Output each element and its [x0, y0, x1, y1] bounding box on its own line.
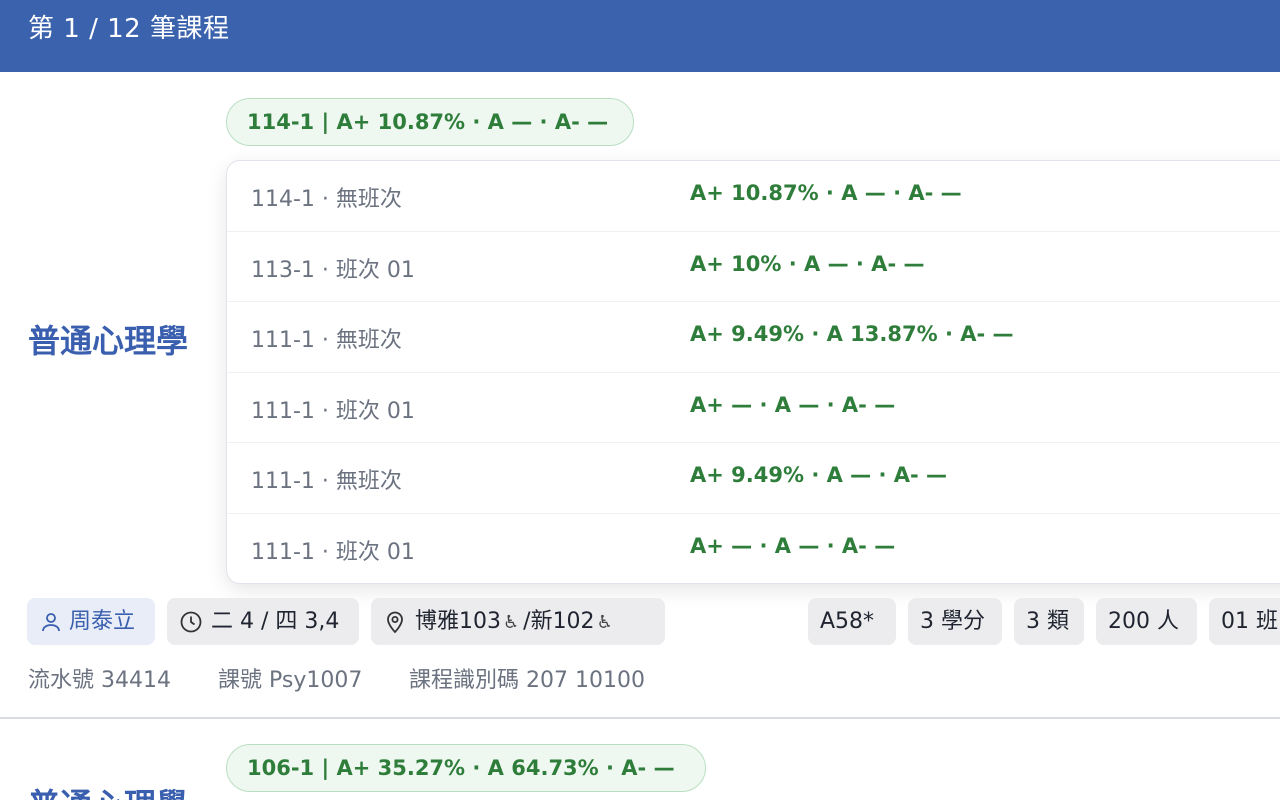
history-grades: A+ 10.87% · A — · A- — [690, 181, 962, 205]
course-title[interactable]: 普通心理學 [28, 316, 188, 362]
grade-history-row[interactable]: 111-1 · 無班次 A+ 9.49% · A 13.87% · A- — [227, 302, 1280, 373]
teacher-chip[interactable]: 周泰立 [27, 598, 155, 645]
grade-history-row[interactable]: 114-1 · 無班次 A+ 10.87% · A — · A- — [227, 161, 1280, 232]
wheelchair-icon: ♿ [503, 612, 520, 633]
room-separator: / [523, 609, 531, 634]
course-identifier: 課程識別碼 207 10100 [409, 668, 645, 693]
top-header: 第 1 / 12 筆課程 [0, 0, 1280, 72]
serial-number: 流水號 34414 [28, 668, 171, 693]
class-chip: 01 班 [1209, 598, 1280, 645]
history-term: 111-1 · 班次 01 [251, 539, 415, 565]
history-grades: A+ — · A — · A- — [690, 533, 896, 558]
grade-history-row[interactable]: 111-1 · 班次 01 A+ — · A — · A- — [227, 514, 1280, 584]
type-chip: 3 類 [1014, 598, 1084, 645]
course-counter-title: 第 1 / 12 筆課程 [28, 14, 230, 44]
grade-history-row[interactable]: 111-1 · 無班次 A+ 9.49% · A — · A- — [227, 443, 1280, 514]
history-grades: A+ — · A — · A- — [690, 392, 896, 417]
teacher-name: 周泰立 [69, 609, 136, 634]
course-number: 課號 Psy1007 [218, 668, 363, 693]
course-code-chip: A58* [808, 598, 896, 645]
course-title[interactable]: 普通心理學 [28, 780, 188, 800]
history-grades: A+ 10% · A — · A- — [690, 251, 925, 276]
history-term: 113-1 · 班次 01 [251, 257, 415, 283]
credits-chip: 3 學分 [908, 598, 1002, 645]
location-pin-icon [387, 611, 403, 634]
grade-history-row[interactable]: 111-1 · 班次 01 A+ — · A — · A- — [227, 373, 1280, 443]
history-grades: A+ 9.49% · A — · A- — [690, 463, 948, 487]
history-grades: A+ 9.49% · A 13.87% · A- — [690, 322, 1014, 346]
wheelchair-icon: ♿ [596, 612, 613, 633]
course-divider [0, 717, 1280, 719]
history-term: 114-1 · 無班次 [251, 187, 402, 212]
history-term: 111-1 · 無班次 [251, 328, 402, 353]
room-1: 博雅103 [415, 609, 501, 634]
person-icon [42, 613, 60, 632]
capacity-chip: 200 人 [1096, 598, 1197, 645]
location-chip[interactable]: 博雅103 ♿/新102 ♿ [371, 598, 665, 645]
class-time: 二 4 / 四 3,4 [211, 609, 340, 634]
room-2: 新102 [530, 609, 595, 634]
grade-summary-pill[interactable]: 114-1 | A+ 10.87% · A — · A- — [226, 98, 634, 146]
clock-icon [180, 611, 202, 633]
history-term: 111-1 · 班次 01 [251, 398, 415, 424]
grade-history-dropdown: 114-1 · 無班次 A+ 10.87% · A — · A- — 113-1… [226, 160, 1280, 584]
time-chip: 二 4 / 四 3,4 [167, 598, 359, 645]
grade-history-row[interactable]: 113-1 · 班次 01 A+ 10% · A — · A- — [227, 232, 1280, 302]
grade-summary-pill[interactable]: 106-1 | A+ 35.27% · A 64.73% · A- — [226, 744, 706, 792]
history-term: 111-1 · 無班次 [251, 469, 402, 494]
